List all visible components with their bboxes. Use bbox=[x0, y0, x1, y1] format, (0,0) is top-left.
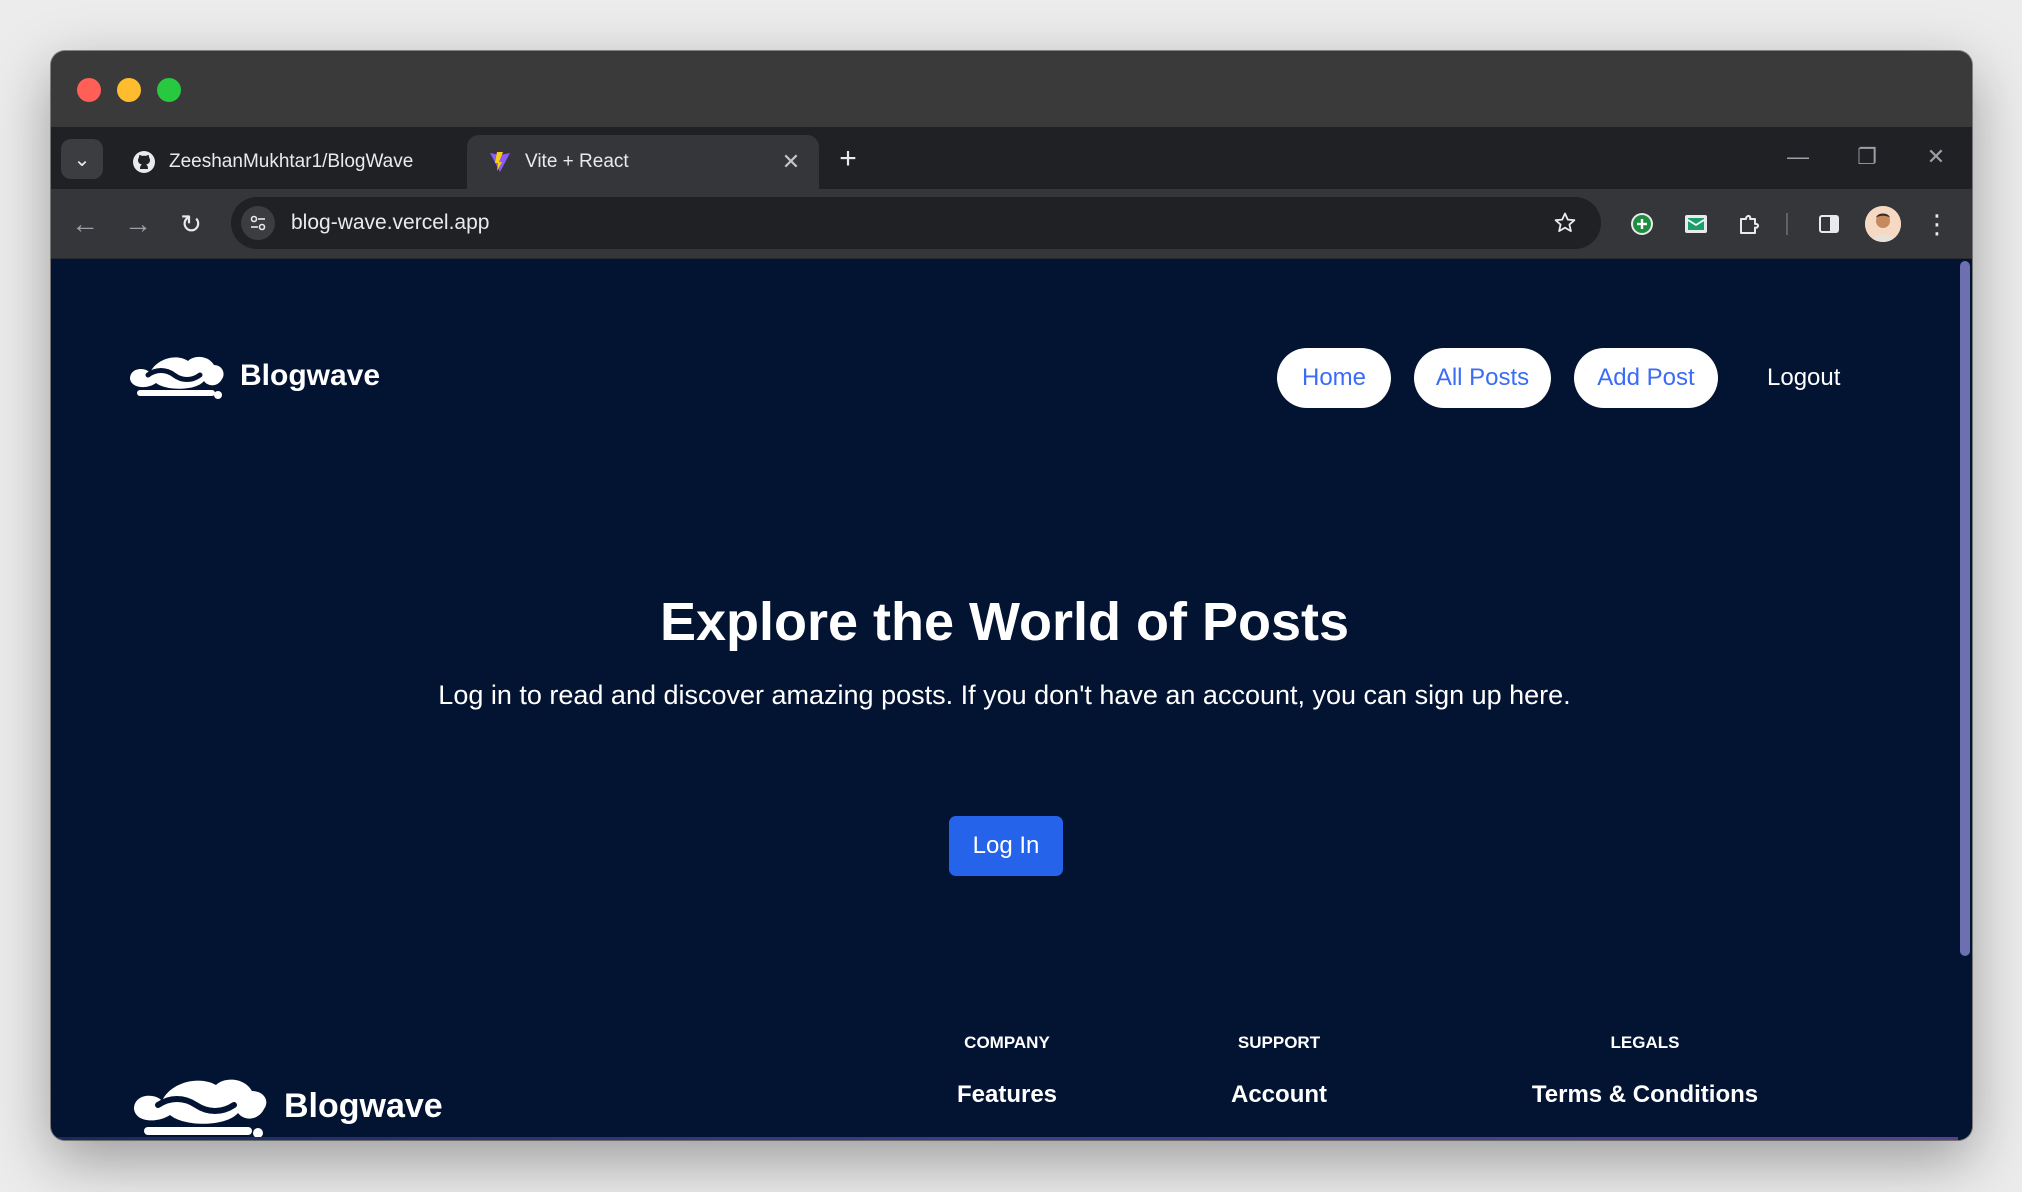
footer-account-link[interactable]: Account bbox=[1215, 1081, 1343, 1109]
hero-title: Explore the World of Posts bbox=[659, 592, 1350, 652]
nav-add-post-button[interactable]: Add Post bbox=[1574, 348, 1718, 408]
tab-title: ZeeshanMukhtar1/BlogWave bbox=[169, 151, 414, 172]
page-scrollbar[interactable] bbox=[1958, 259, 1972, 1140]
restore-icon[interactable]: ❐ bbox=[1847, 137, 1887, 177]
tab-title: Vite + React bbox=[525, 151, 629, 172]
nav-all-posts-button[interactable]: All Posts bbox=[1414, 348, 1551, 408]
login-button[interactable]: Log In bbox=[949, 816, 1063, 876]
close-icon[interactable]: ✕ bbox=[1916, 137, 1956, 177]
side-panel-icon[interactable] bbox=[1811, 206, 1847, 242]
reload-icon[interactable]: ↻ bbox=[171, 204, 211, 244]
puzzle-extensions-icon[interactable] bbox=[1732, 206, 1768, 242]
bookmark-star-icon[interactable] bbox=[1545, 203, 1585, 243]
profile-avatar[interactable] bbox=[1865, 206, 1901, 242]
footer-support-heading: SUPPORT bbox=[1237, 1033, 1321, 1052]
brand-name: Blogwave bbox=[240, 359, 381, 392]
tab-strip: ⌄ ZeeshanMukhtar1/BlogWave ✕ Vite + Reac… bbox=[51, 127, 1972, 189]
forward-arrow-icon[interactable]: → bbox=[118, 204, 158, 244]
github-icon bbox=[131, 149, 157, 175]
vite-icon bbox=[487, 149, 513, 175]
footer-brand[interactable]: Blogwave bbox=[128, 1071, 443, 1140]
logout-button[interactable]: Logout bbox=[1767, 348, 1840, 408]
zoom-window-button[interactable] bbox=[157, 78, 181, 102]
new-tab-button[interactable]: + bbox=[828, 139, 868, 179]
minimize-icon[interactable]: — bbox=[1778, 137, 1818, 177]
chevron-down-icon: ⌄ bbox=[73, 148, 91, 171]
minimize-window-button[interactable] bbox=[117, 78, 141, 102]
site-settings-icon[interactable] bbox=[241, 206, 275, 240]
browser-window: ⌄ ZeeshanMukhtar1/BlogWave ✕ Vite + Reac… bbox=[51, 51, 1972, 1140]
nav-home-button[interactable]: Home bbox=[1277, 348, 1391, 408]
footer-brand-name: Blogwave bbox=[284, 1086, 443, 1125]
page-viewport: Blogwave Home All Posts Add Post Logout … bbox=[51, 259, 1972, 1140]
footer-features-link[interactable]: Features bbox=[951, 1081, 1063, 1109]
close-tab-icon[interactable]: ✕ bbox=[777, 149, 805, 175]
title-bar bbox=[51, 51, 1972, 127]
address-bar[interactable]: blog-wave.vercel.app bbox=[231, 197, 1601, 249]
site-brand[interactable]: Blogwave bbox=[126, 349, 380, 403]
url-text: blog-wave.vercel.app bbox=[291, 211, 490, 234]
more-menu-icon[interactable]: ⋮ bbox=[1919, 206, 1955, 242]
back-arrow-icon[interactable]: ← bbox=[65, 204, 105, 244]
hero-subtitle: Log in to read and discover amazing post… bbox=[438, 680, 1571, 710]
tab-github[interactable]: ZeeshanMukhtar1/BlogWave ✕ bbox=[111, 135, 509, 189]
close-window-button[interactable] bbox=[77, 78, 101, 102]
blogwave-logo-icon bbox=[130, 356, 224, 399]
browser-toolbar: ← → ↻ blog-wave.vercel.app ⋮ bbox=[51, 189, 1972, 259]
tab-vite-react[interactable]: Vite + React ✕ bbox=[467, 135, 819, 189]
footer-legal-heading: LEGALS bbox=[1610, 1033, 1680, 1052]
footer-terms-link[interactable]: Terms & Conditions bbox=[1529, 1081, 1761, 1109]
tab-search-button[interactable]: ⌄ bbox=[61, 139, 103, 179]
blogwave-logo-icon bbox=[134, 1079, 267, 1138]
scrollbar-thumb[interactable] bbox=[1960, 261, 1970, 956]
mail-extension-icon[interactable] bbox=[1678, 206, 1714, 242]
toolbar-separator bbox=[1786, 213, 1788, 235]
footer-company-heading: COMPANY bbox=[964, 1033, 1050, 1052]
footer-divider bbox=[51, 1137, 1958, 1140]
add-extension-icon[interactable] bbox=[1624, 206, 1660, 242]
